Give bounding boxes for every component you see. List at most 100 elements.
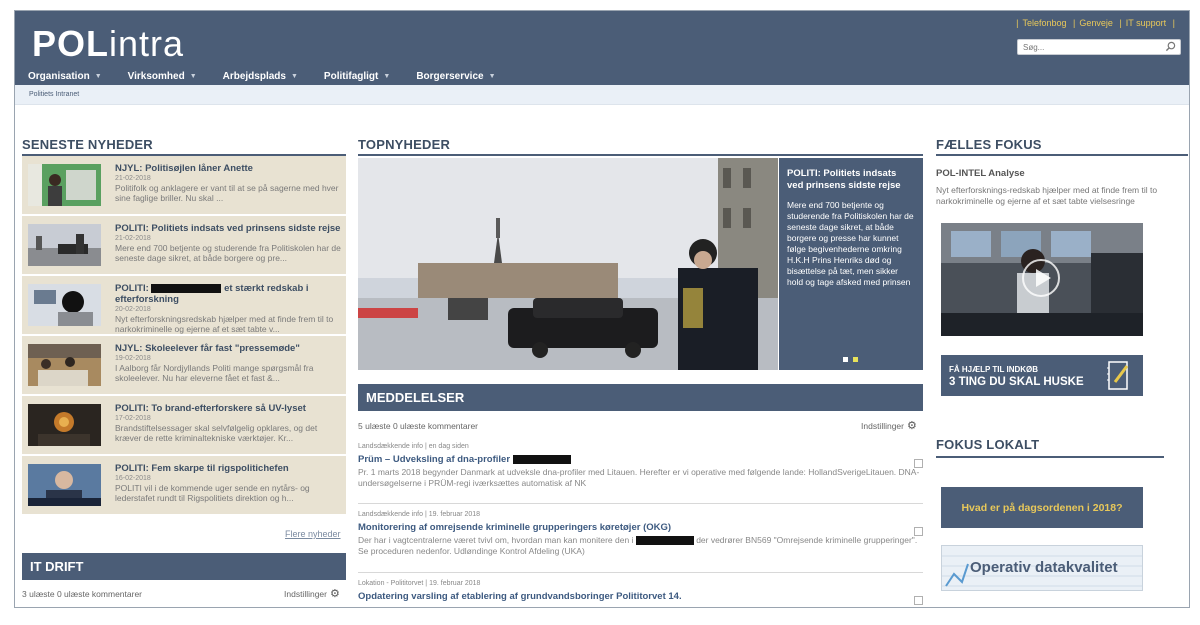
meddelelser-header[interactable]: MEDDELELSER: [358, 384, 923, 411]
breadcrumb-bar: Politiets Intranet: [15, 85, 1189, 105]
list-item[interactable]: POLITI: To brand-efterforskere så UV-lys…: [22, 396, 346, 456]
main-nav: Organisation ▼ Virksomhed ▼ Arbejdsplads ▼ …: [15, 67, 509, 85]
operativ-text: Operativ datakvalitet: [970, 559, 1118, 576]
message-meta: Lokation - Polititorvet | 19. februar 20…: [358, 580, 481, 587]
search-box: [1017, 39, 1181, 55]
faelles-fokus-title: FÆLLES FOKUS: [936, 137, 1042, 152]
caption-title: POLITI: Politiets indsats ved prinsens s…: [787, 168, 901, 191]
news-thumbnail: [28, 404, 101, 446]
message-text: Der har i vagtcentralerne været tvivl om…: [358, 535, 918, 556]
news-excerpt: Brandstiftelsessager skal selvfølgelig o…: [115, 423, 318, 443]
news-title[interactable]: NJYL: Skoleelever får fast "pressemøde": [115, 343, 343, 354]
news-date: 21-02-2018: [115, 235, 151, 242]
search-input[interactable]: [1018, 40, 1158, 54]
mark-read-checkbox[interactable]: [914, 596, 923, 605]
more-news-link[interactable]: Flere nyheder: [285, 529, 341, 539]
page-frame: POLintra | Telefonbog | Genveje | IT suppor…: [14, 10, 1190, 608]
redaction: [512, 454, 571, 464]
nav-organisation[interactable]: Organisation ▼: [15, 67, 115, 85]
message-item[interactable]: Lokation - Polititorvet | 19. februar 20…: [358, 580, 923, 605]
carousel-dot[interactable]: [843, 357, 848, 362]
news-excerpt: I Aalborg får Nordjyllands Politi mange …: [115, 363, 314, 383]
fokus-text: Nyt efterforsknings-redskab hjælper med …: [936, 185, 1158, 206]
top-link-genveje[interactable]: Genveje: [1079, 18, 1113, 28]
fokus-subtitle[interactable]: POL-INTEL Analyse: [936, 168, 1025, 179]
news-date: 19-02-2018: [115, 355, 151, 362]
news-title[interactable]: POLITI: To brand-efterforskere så UV-lys…: [115, 403, 343, 414]
lokalt-divider: [936, 456, 1164, 458]
news-thumbnail: [28, 284, 101, 326]
list-item[interactable]: POLITI: Fem skarpe til rigspolitichefen …: [22, 456, 346, 516]
caption-text: Mere end 700 betjente og studerende fra …: [787, 200, 914, 287]
chevron-down-icon: ▼: [383, 72, 391, 80]
news-excerpt: Politifolk og anklagere er vant til at s…: [115, 183, 339, 203]
news-title[interactable]: NJYL: Politisøjlen låner Anette: [115, 163, 343, 174]
news-title[interactable]: POLITI: Fem skarpe til rigspolitichefen: [115, 463, 343, 474]
it-drift-stats: 3 ulæste 0 ulæste kommentarer: [22, 589, 142, 599]
fokus-video-thumbnail[interactable]: [941, 223, 1143, 336]
message-title[interactable]: Prüm – Udveksling af dna-profiler: [358, 454, 923, 465]
settings-label: Indstillinger: [284, 588, 327, 599]
help-banner-title: 3 TING DU SKAL HUSKE: [949, 376, 1084, 388]
carousel-dots: [843, 357, 858, 362]
nav-arbejdsplads[interactable]: Arbejdsplads ▼: [210, 67, 311, 85]
list-item[interactable]: NJYL: Politisøjlen låner Anette 21-02-20…: [22, 156, 346, 216]
carousel-dot-active[interactable]: [853, 357, 858, 362]
top-news-image[interactable]: [358, 158, 778, 370]
news-date: 21-02-2018: [115, 175, 151, 182]
it-drift-settings[interactable]: Indstillinger ⚙: [284, 587, 340, 600]
breadcrumb[interactable]: Politiets Intranet: [29, 91, 79, 98]
message-text: Pr. 1 marts 2018 begynder Danmark at udv…: [358, 467, 920, 488]
top-link-it-support[interactable]: IT support: [1126, 18, 1166, 28]
mark-read-checkbox[interactable]: [914, 527, 923, 536]
top-news-caption[interactable]: POLITI: Politiets indsats ved prinsens s…: [779, 158, 923, 370]
news-thumbnail: [28, 164, 101, 206]
operativ-datakvalitet-banner[interactable]: Operativ datakvalitet: [941, 545, 1143, 591]
divider: [358, 572, 923, 573]
list-item[interactable]: POLITI: et stærkt redskab i efterforskni…: [22, 276, 346, 336]
chevron-down-icon: ▼: [488, 72, 496, 80]
it-drift-header[interactable]: IT DRIFT: [22, 553, 346, 580]
gear-icon: ⚙: [330, 588, 340, 600]
news-thumbnail: [28, 344, 101, 386]
news-thumbnail: [28, 464, 101, 506]
settings-label: Indstillinger: [861, 420, 904, 431]
news-thumbnail: [28, 224, 101, 266]
polintra-logo[interactable]: POLintra: [32, 23, 184, 65]
nav-virksomhed[interactable]: Virksomhed ▼: [115, 67, 210, 85]
message-item[interactable]: Landsdækkende info | en dag siden Prüm –…: [358, 443, 923, 488]
news-excerpt: Nyt efterforskningsredskab hjælper med a…: [115, 314, 334, 334]
nav-borgerservice[interactable]: Borgerservice ▼: [403, 67, 508, 85]
list-item[interactable]: POLITI: Politiets indsats ved prinsens s…: [22, 216, 346, 276]
message-meta: Landsdækkende info | 19. februar 2018: [358, 511, 481, 518]
meddelelser-settings[interactable]: Indstillinger ⚙: [861, 419, 917, 432]
message-title[interactable]: Monitorering af omrejsende kriminelle gr…: [358, 522, 923, 533]
top-link-telefonbog[interactable]: Telefonbog: [1022, 18, 1066, 28]
dagsorden-button[interactable]: Hvad er på dagsordenen i 2018?: [941, 487, 1143, 528]
news-excerpt: POLITI vil i de kommende uger sende en n…: [115, 483, 310, 503]
top-links: | Telefonbog | Genveje | IT support |: [1016, 18, 1175, 28]
nav-politifagligt[interactable]: Politifagligt ▼: [311, 67, 403, 85]
seneste-title: SENESTE NYHEDER: [22, 137, 153, 152]
search-icon[interactable]: [1165, 41, 1176, 52]
help-banner-small: FÅ HJÆLP TIL INDKØB: [949, 365, 1039, 374]
list-item[interactable]: NJYL: Skoleelever får fast "pressemøde" …: [22, 336, 346, 396]
chevron-down-icon: ▼: [189, 72, 197, 80]
divider: [358, 503, 923, 504]
chevron-down-icon: ▼: [290, 72, 298, 80]
news-title[interactable]: POLITI: Politiets indsats ved prinsens s…: [115, 223, 343, 234]
redaction: [151, 283, 222, 293]
news-date: 17-02-2018: [115, 415, 151, 422]
topnyheder-divider: [358, 154, 923, 156]
message-title[interactable]: Opdatering varsling af etablering af gru…: [358, 591, 923, 602]
help-banner[interactable]: FÅ HJÆLP TIL INDKØB 3 TING DU SKAL HUSKE: [941, 355, 1143, 396]
topnyheder-title: TOPNYHEDER: [358, 137, 451, 152]
message-item[interactable]: Landsdækkende info | 19. februar 2018 Mo…: [358, 511, 923, 556]
news-date: 20-02-2018: [115, 306, 151, 313]
news-date: 16-02-2018: [115, 475, 151, 482]
redaction: [635, 536, 694, 546]
gear-icon: ⚙: [907, 420, 917, 432]
news-title[interactable]: POLITI: et stærkt redskab i efterforskni…: [115, 283, 343, 305]
message-meta: Landsdækkende info | en dag siden: [358, 443, 469, 450]
mark-read-checkbox[interactable]: [914, 459, 923, 468]
